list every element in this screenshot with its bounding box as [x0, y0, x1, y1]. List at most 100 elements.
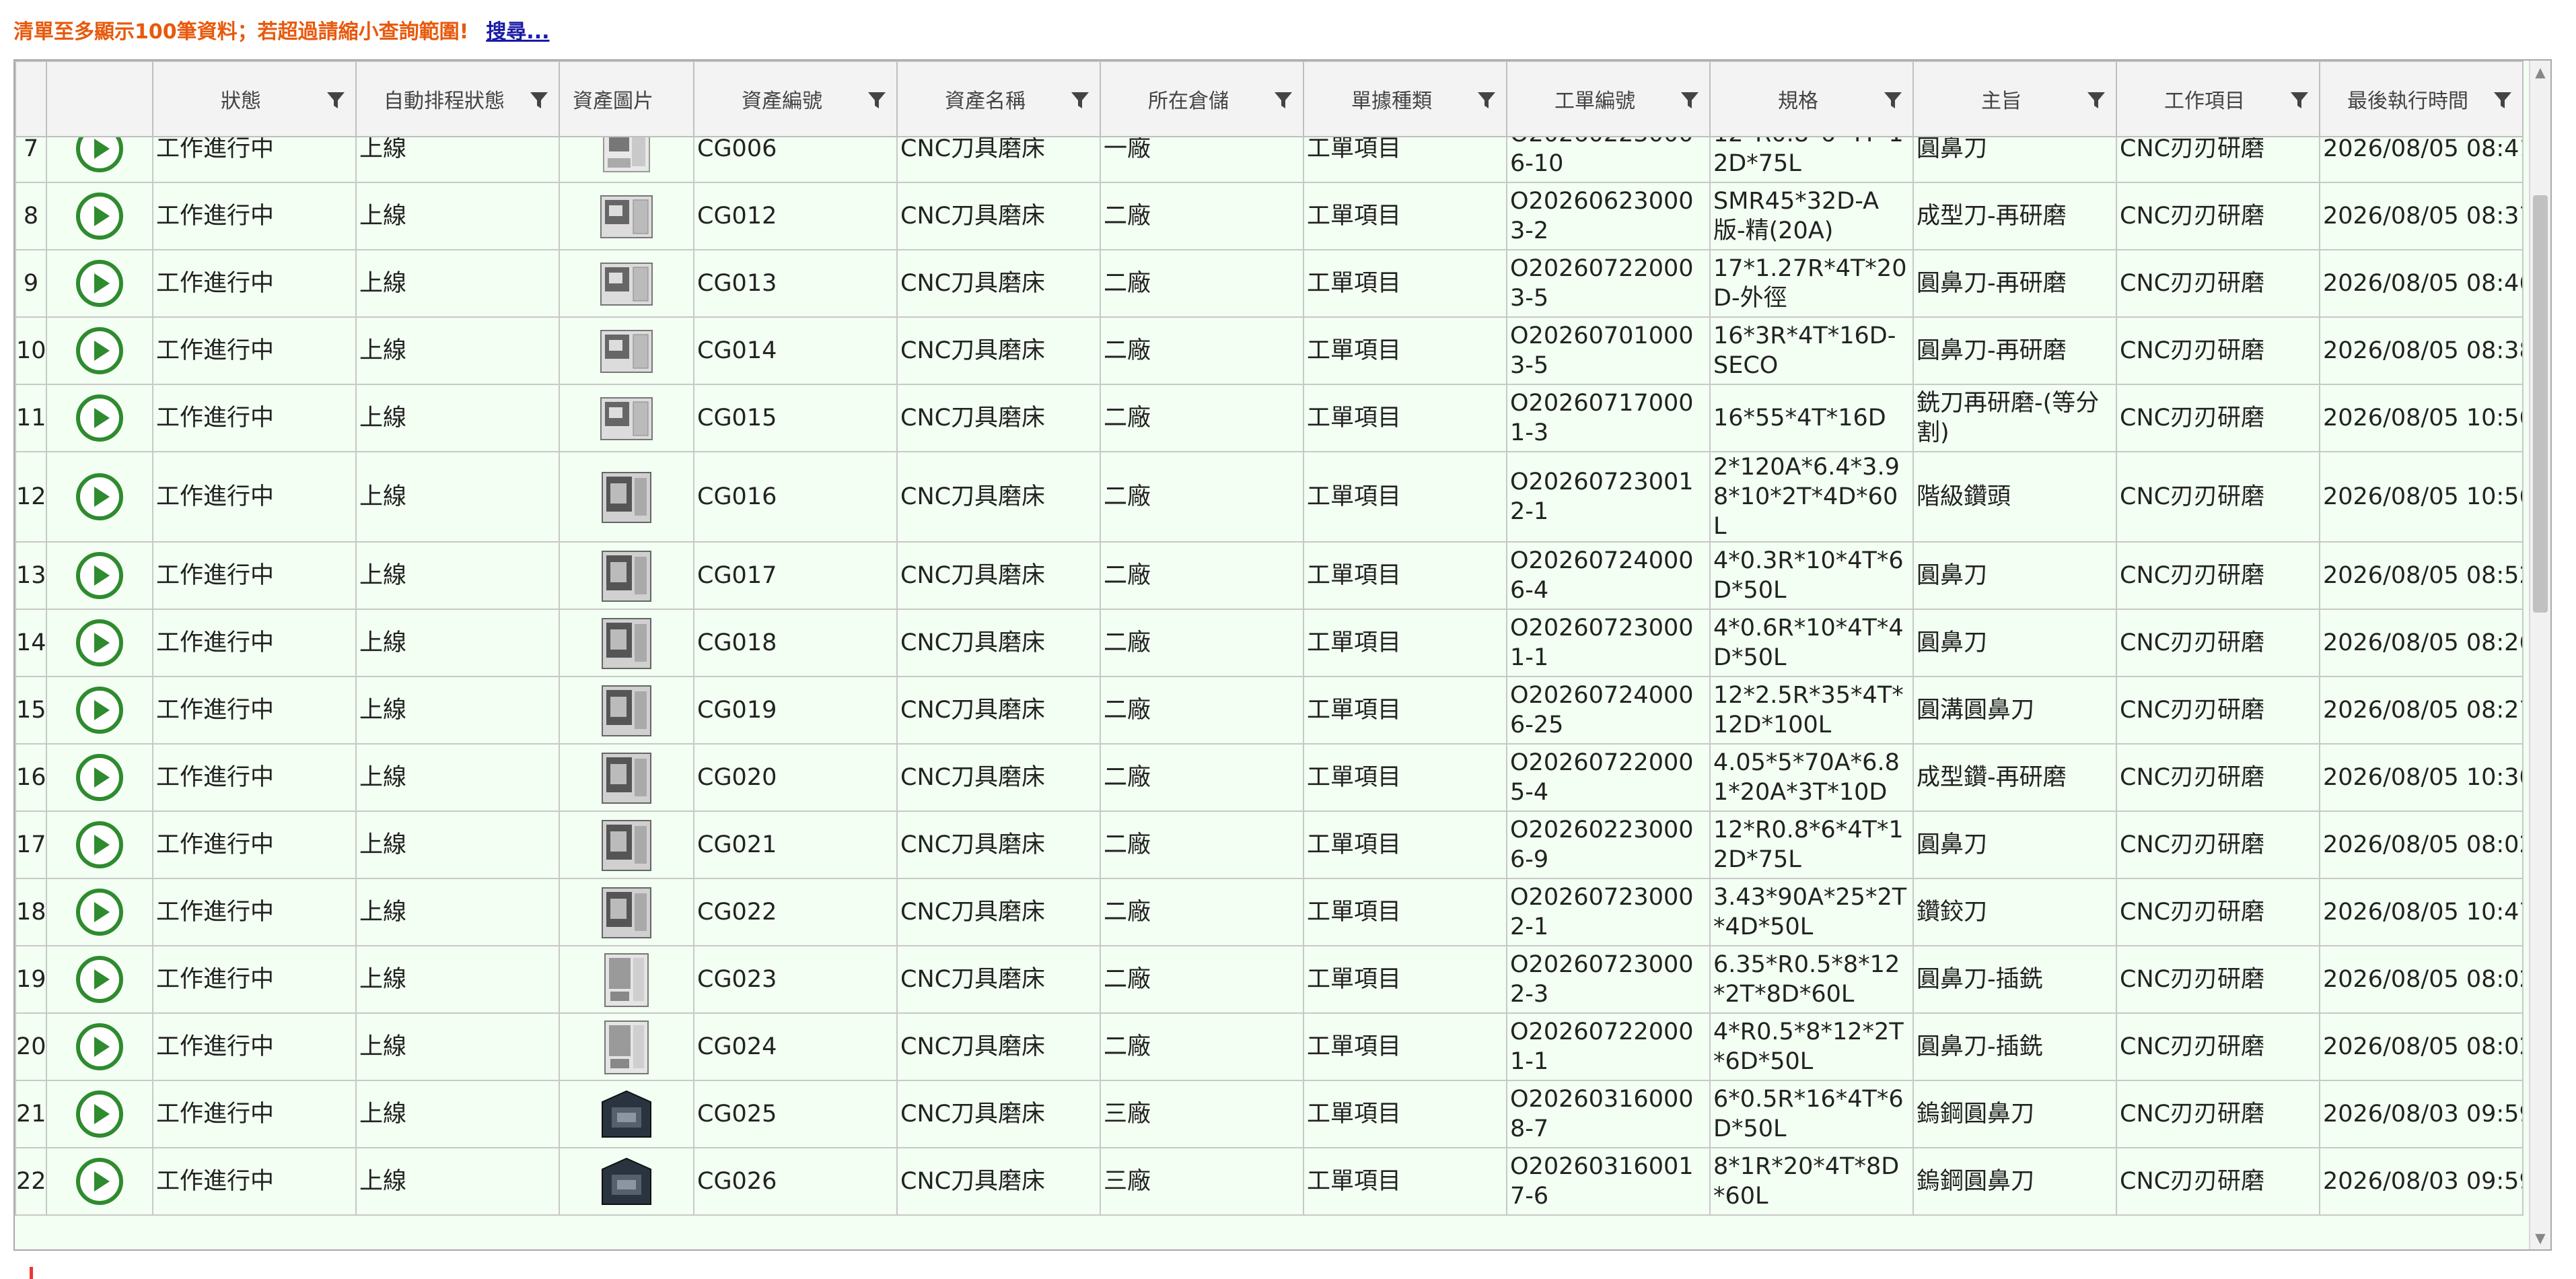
table-row[interactable]: 13 工作進行中 上線 CG017 CNC刀具磨床 二廠 工單項目 O202607240006…	[15, 541, 2524, 610]
header-spec[interactable]: 規格	[1709, 61, 1914, 137]
cell-work-item: CNC刃刃研磨	[2116, 451, 2320, 543]
header-subject[interactable]: 主旨	[1912, 61, 2117, 137]
filter-icon[interactable]	[1273, 90, 1293, 110]
play-icon[interactable]	[75, 753, 124, 802]
cell-auto-schedule-status: 上線	[355, 1080, 560, 1148]
cell-action[interactable]	[46, 1080, 153, 1148]
cell-action[interactable]	[46, 316, 153, 385]
header-asset-name[interactable]: 資產名稱	[896, 61, 1101, 137]
play-icon[interactable]	[75, 1156, 124, 1206]
cell-subject: 圓溝圓鼻刀	[1912, 676, 2117, 745]
cell-spec: 17*1.27R*4T*20D-外徑	[1709, 249, 1914, 318]
filter-icon[interactable]	[1680, 90, 1700, 110]
cell-action[interactable]	[46, 1147, 153, 1216]
cell-subject: 成型刀-再研磨	[1912, 182, 2117, 250]
filter-icon[interactable]	[1883, 90, 1903, 110]
filter-icon[interactable]	[867, 90, 887, 110]
cell-action[interactable]	[46, 810, 153, 879]
cell-document-type: 工單項目	[1303, 1080, 1507, 1148]
table-row[interactable]: 17 工作進行中 上線 CG021 CNC刀具磨床 二廠 工單項目 O202602230006…	[15, 810, 2524, 879]
cell-status: 工作進行中	[152, 1080, 357, 1148]
cell-action[interactable]	[46, 541, 153, 610]
cell-status: 工作進行中	[152, 945, 357, 1014]
cell-auto-schedule-status: 上線	[355, 384, 560, 452]
cell-status: 工作進行中	[152, 249, 357, 318]
header-work-order-id[interactable]: 工單編號	[1506, 61, 1711, 137]
cell-action[interactable]	[46, 878, 153, 946]
filter-icon[interactable]	[2289, 90, 2310, 110]
table-row[interactable]: 15 工作進行中 上線 CG019 CNC刀具磨床 二廠 工單項目 O202607240006…	[15, 676, 2524, 745]
cell-row-number: 12	[15, 451, 47, 543]
table-row[interactable]: 21 工作進行中 上線 CG025 CNC刀具磨床 三廠 工單項目 O202603160008…	[15, 1080, 2524, 1148]
play-icon[interactable]	[75, 326, 124, 376]
cell-action[interactable]	[46, 743, 153, 812]
filter-icon[interactable]	[2493, 90, 2513, 110]
search-link[interactable]: 搜尋...	[486, 15, 549, 44]
cell-spec: 2*120A*6.4*3.98*10*2T*4D*60L	[1709, 451, 1914, 543]
table-row[interactable]: 14 工作進行中 上線 CG018 CNC刀具磨床 二廠 工單項目 O202607230001…	[15, 609, 2524, 677]
header-last-run-time[interactable]: 最後執行時間	[2319, 61, 2524, 137]
table-row[interactable]: 8 工作進行中 上線 CG012 CNC刀具磨床 二廠 工單項目 O202606230003-…	[15, 182, 2524, 250]
play-icon[interactable]	[75, 472, 124, 522]
filter-icon[interactable]	[529, 90, 549, 110]
play-icon[interactable]	[75, 955, 124, 1004]
cell-asset-image	[559, 182, 694, 250]
header-asset-image[interactable]: 資產圖片	[559, 61, 694, 137]
header-status[interactable]: 狀態	[152, 61, 357, 137]
cell-status: 工作進行中	[152, 1147, 357, 1216]
table-row[interactable]: 9 工作進行中 上線 CG013 CNC刀具磨床 二廠 工單項目 O202607220003-…	[15, 249, 2524, 318]
cell-action[interactable]	[46, 451, 153, 543]
table-row[interactable]: 12 工作進行中 上線 CG016 CNC刀具磨床 二廠 工單項目 O202607230012…	[15, 451, 2524, 543]
cell-asset-name: CNC刀具磨床	[896, 743, 1101, 812]
header-work-item[interactable]: 工作項目	[2116, 61, 2320, 137]
cell-last-run-time: 2026/08/05 08:02	[2319, 810, 2524, 879]
cell-action[interactable]	[46, 249, 153, 318]
play-icon[interactable]	[75, 820, 124, 870]
table-row[interactable]: 18 工作進行中 上線 CG022 CNC刀具磨床 二廠 工單項目 O202607230002…	[15, 878, 2524, 946]
cell-work-order-id: O202606230003-2	[1506, 182, 1711, 250]
scrollbar-thumb[interactable]	[2533, 195, 2548, 613]
cell-spec: 12*2.5R*35*4T*12D*100L	[1709, 676, 1914, 745]
scroll-up-arrow-icon[interactable]: ▲	[2530, 62, 2550, 82]
filter-icon[interactable]	[1476, 90, 1497, 110]
cell-asset-name: CNC刀具磨床	[896, 609, 1101, 677]
filter-icon[interactable]	[326, 90, 346, 110]
cell-action[interactable]	[46, 676, 153, 745]
play-icon[interactable]	[75, 887, 124, 937]
table-row[interactable]: 16 工作進行中 上線 CG020 CNC刀具磨床 二廠 工單項目 O202607220005…	[15, 743, 2524, 812]
filter-icon[interactable]	[2086, 90, 2106, 110]
play-icon[interactable]	[75, 618, 124, 668]
play-icon[interactable]	[75, 551, 124, 600]
cell-action[interactable]	[46, 1012, 153, 1081]
play-icon[interactable]	[75, 1089, 124, 1139]
play-icon[interactable]	[75, 685, 124, 735]
vertical-scrollbar[interactable]: ▲ ▼	[2529, 61, 2550, 1249]
play-icon[interactable]	[75, 258, 124, 308]
cell-action[interactable]	[46, 945, 153, 1014]
table-row[interactable]: 20 工作進行中 上線 CG024 CNC刀具磨床 二廠 工單項目 O202607220001…	[15, 1012, 2524, 1081]
cell-document-type: 工單項目	[1303, 878, 1507, 946]
header-auto-schedule-status[interactable]: 自動排程狀態	[355, 61, 560, 137]
cell-last-run-time: 2026/08/05 08:37	[2319, 182, 2524, 250]
table-row[interactable]: 11 工作進行中 上線 CG015 CNC刀具磨床 二廠 工單項目 O202607170001…	[15, 384, 2524, 452]
scroll-down-arrow-icon[interactable]: ▼	[2530, 1228, 2550, 1248]
cell-action[interactable]	[46, 609, 153, 677]
play-icon[interactable]	[75, 393, 124, 443]
play-icon[interactable]	[75, 191, 124, 241]
filter-icon[interactable]	[1070, 90, 1090, 110]
header-asset-id[interactable]: 資產編號	[693, 61, 898, 137]
cell-status: 工作進行中	[152, 878, 357, 946]
header-warehouse[interactable]: 所在倉儲	[1100, 61, 1304, 137]
header-document-type[interactable]: 單據種類	[1303, 61, 1507, 137]
cell-asset-id: CG021	[693, 810, 898, 879]
asset-image-icon	[594, 330, 659, 373]
table-row[interactable]: 10 工作進行中 上線 CG014 CNC刀具磨床 二廠 工單項目 O202607010003…	[15, 316, 2524, 385]
cell-action[interactable]	[46, 182, 153, 250]
cell-action[interactable]	[46, 384, 153, 452]
table-row[interactable]: 19 工作進行中 上線 CG023 CNC刀具磨床 二廠 工單項目 O202607230002…	[15, 945, 2524, 1014]
play-icon[interactable]	[75, 1022, 124, 1072]
asset-image-icon	[594, 618, 659, 669]
cell-asset-name: CNC刀具磨床	[896, 945, 1101, 1014]
cell-work-order-id: O202607240006-25	[1506, 676, 1711, 745]
table-row[interactable]: 22 工作進行中 上線 CG026 CNC刀具磨床 三廠 工單項目 O202603160017…	[15, 1147, 2524, 1216]
